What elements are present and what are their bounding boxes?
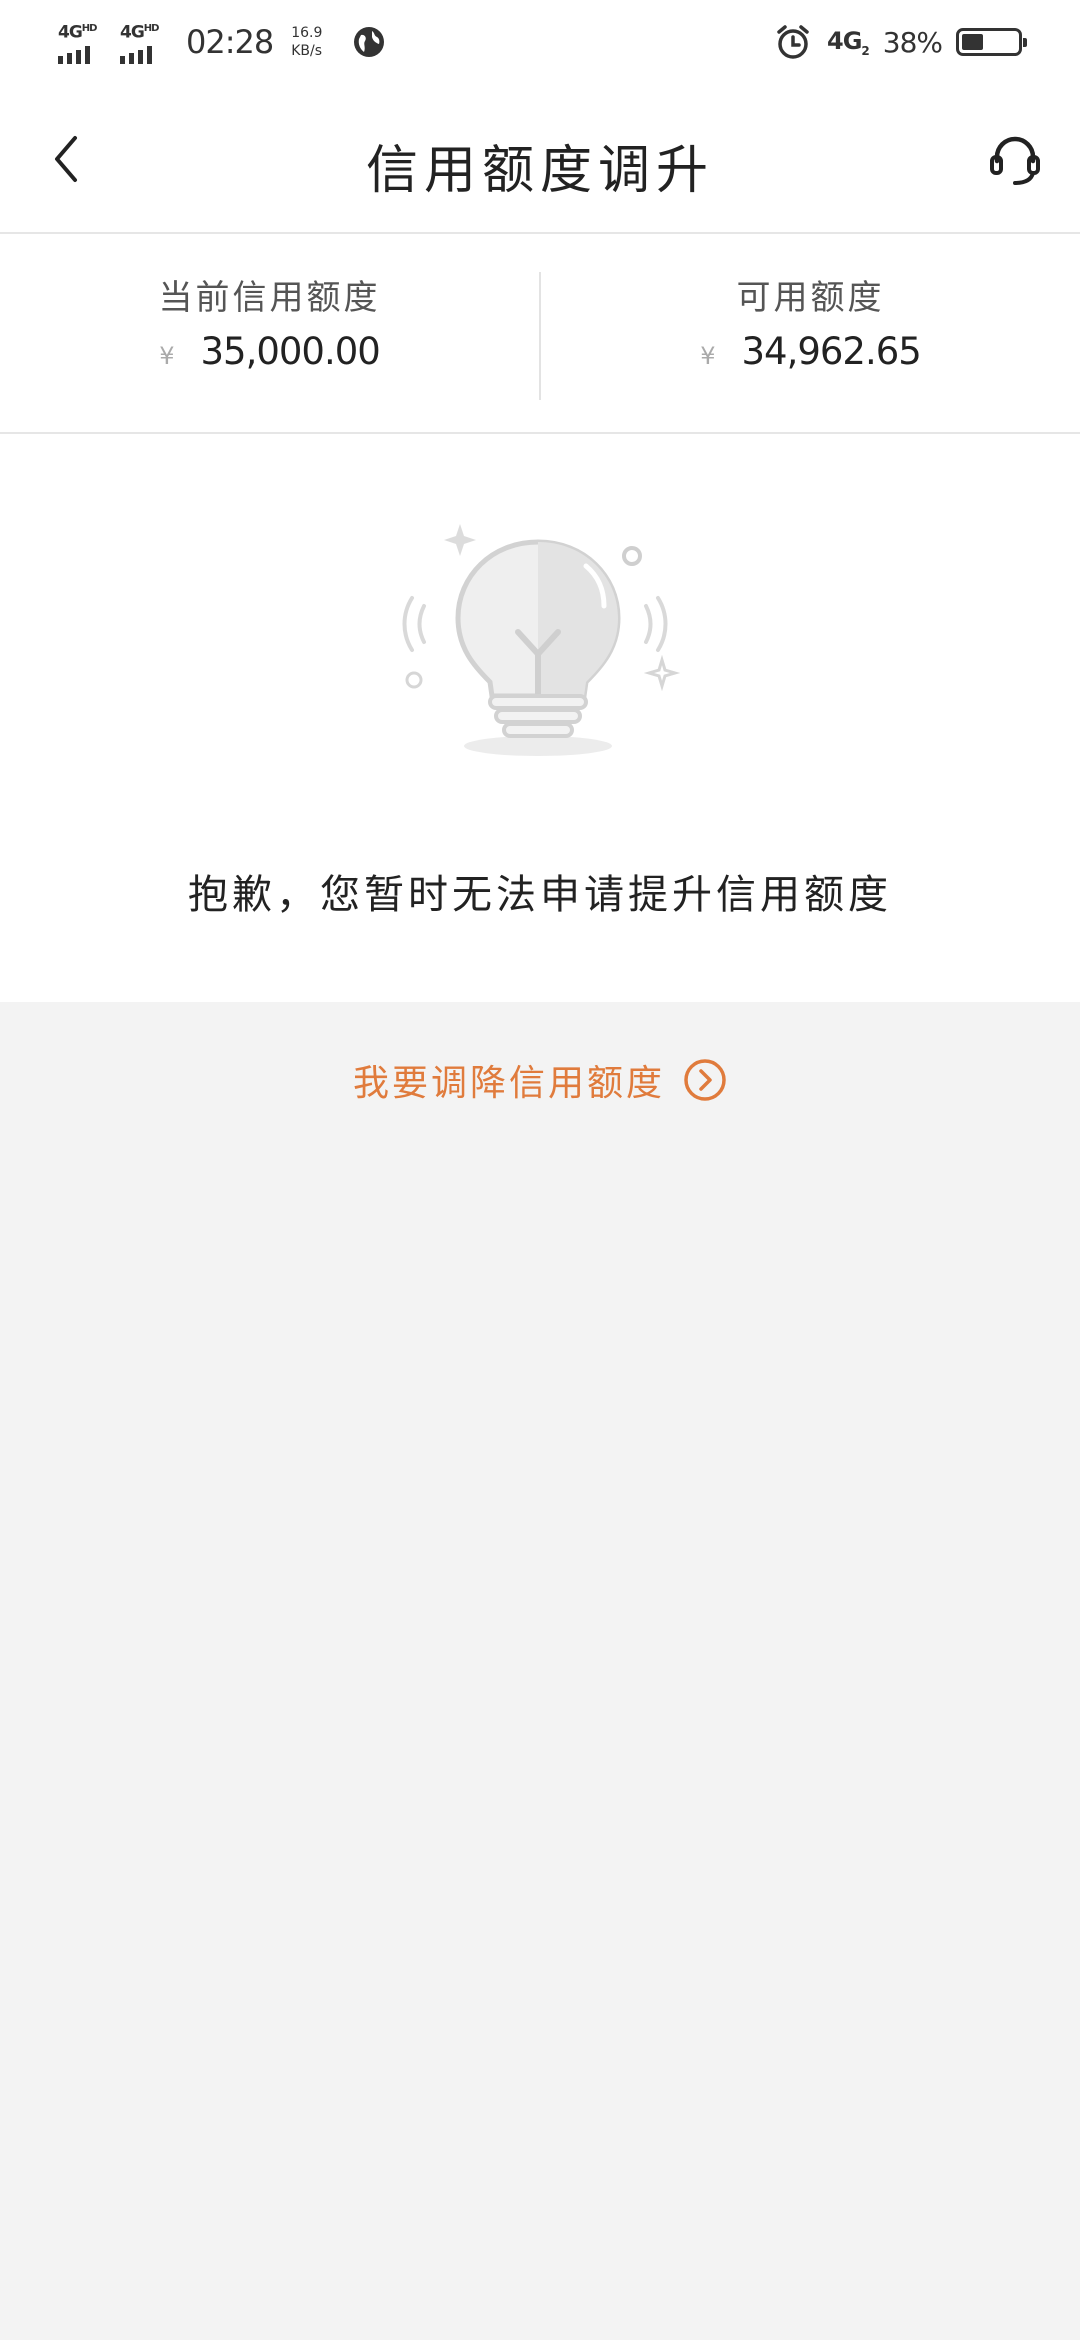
status-time: 02:28	[186, 23, 274, 61]
current-credit-limit-amount: 35,000.00	[200, 330, 380, 373]
sim2-hd-label: HD	[143, 23, 160, 35]
status-bar-left: 4GHD 4GHD 02:28 16.9 KB/s	[58, 18, 386, 66]
yen-symbol: ¥	[700, 342, 716, 370]
network-speed-unit: KB/s	[291, 43, 323, 59]
sim1-label: 4G	[58, 22, 83, 43]
current-credit-limit-label: 当前信用额度	[158, 278, 381, 318]
battery-percent: 38%	[882, 25, 943, 59]
circle-chevron-right-icon	[684, 1059, 726, 1101]
globe-icon	[354, 27, 385, 57]
network-speed: 16.9 KB/s	[291, 24, 322, 60]
signal-bars-icon	[58, 44, 90, 64]
sim1-signal: 4GHD	[58, 20, 106, 64]
lightbulb-icon	[402, 524, 681, 756]
available-credit: 可用额度 ¥ 34,962.65	[541, 234, 1080, 432]
battery-level-fill	[962, 34, 983, 50]
headset-icon	[990, 136, 1040, 185]
network-speed-value: 16.9	[291, 25, 323, 41]
customer-service-button[interactable]	[980, 124, 1050, 194]
credit-limit-increase-page: 4GHD 4GHD 02:28 16.9 KB/s 4G2 38% 信用额度调升…	[0, 0, 1080, 2340]
ineligible-notice: 抱歉，您暂时无法申请提升信用额度	[0, 434, 1080, 1002]
page-title: 信用额度调升	[365, 141, 714, 201]
mobile-network-sub: 2	[861, 43, 869, 58]
sim1-hd-label: HD	[81, 23, 98, 35]
lower-credit-limit-label: 我要调降信用额度	[352, 1063, 665, 1104]
battery-icon	[956, 28, 1027, 56]
lower-credit-limit-link[interactable]: 我要调降信用额度	[0, 1048, 1080, 1112]
alarm-clock-icon	[777, 25, 809, 59]
app-header: 信用额度调升	[0, 84, 1080, 234]
available-credit-label: 可用额度	[736, 278, 885, 318]
available-credit-amount: 34,962.65	[741, 330, 921, 373]
mobile-network-label: 4G	[827, 26, 862, 55]
ineligible-message: 抱歉，您暂时无法申请提升信用额度	[188, 872, 892, 918]
credit-summary: 当前信用额度 ¥ 35,000.00 可用额度 ¥ 34,962.65	[0, 234, 1080, 434]
current-credit-limit-value: ¥ 35,000.00	[0, 330, 539, 373]
available-credit-value: ¥ 34,962.65	[541, 330, 1080, 373]
mobile-network-indicator: 4G2	[827, 26, 870, 58]
status-bar-right: 4G2 38%	[773, 18, 1027, 66]
current-credit-limit: 当前信用额度 ¥ 35,000.00	[0, 234, 539, 432]
sim2-signal: 4GHD	[120, 20, 168, 64]
status-bar: 4GHD 4GHD 02:28 16.9 KB/s 4G2 38%	[0, 0, 1080, 84]
signal-bars-icon	[120, 44, 152, 64]
sim2-label: 4G	[120, 22, 145, 43]
yen-symbol: ¥	[159, 342, 175, 370]
